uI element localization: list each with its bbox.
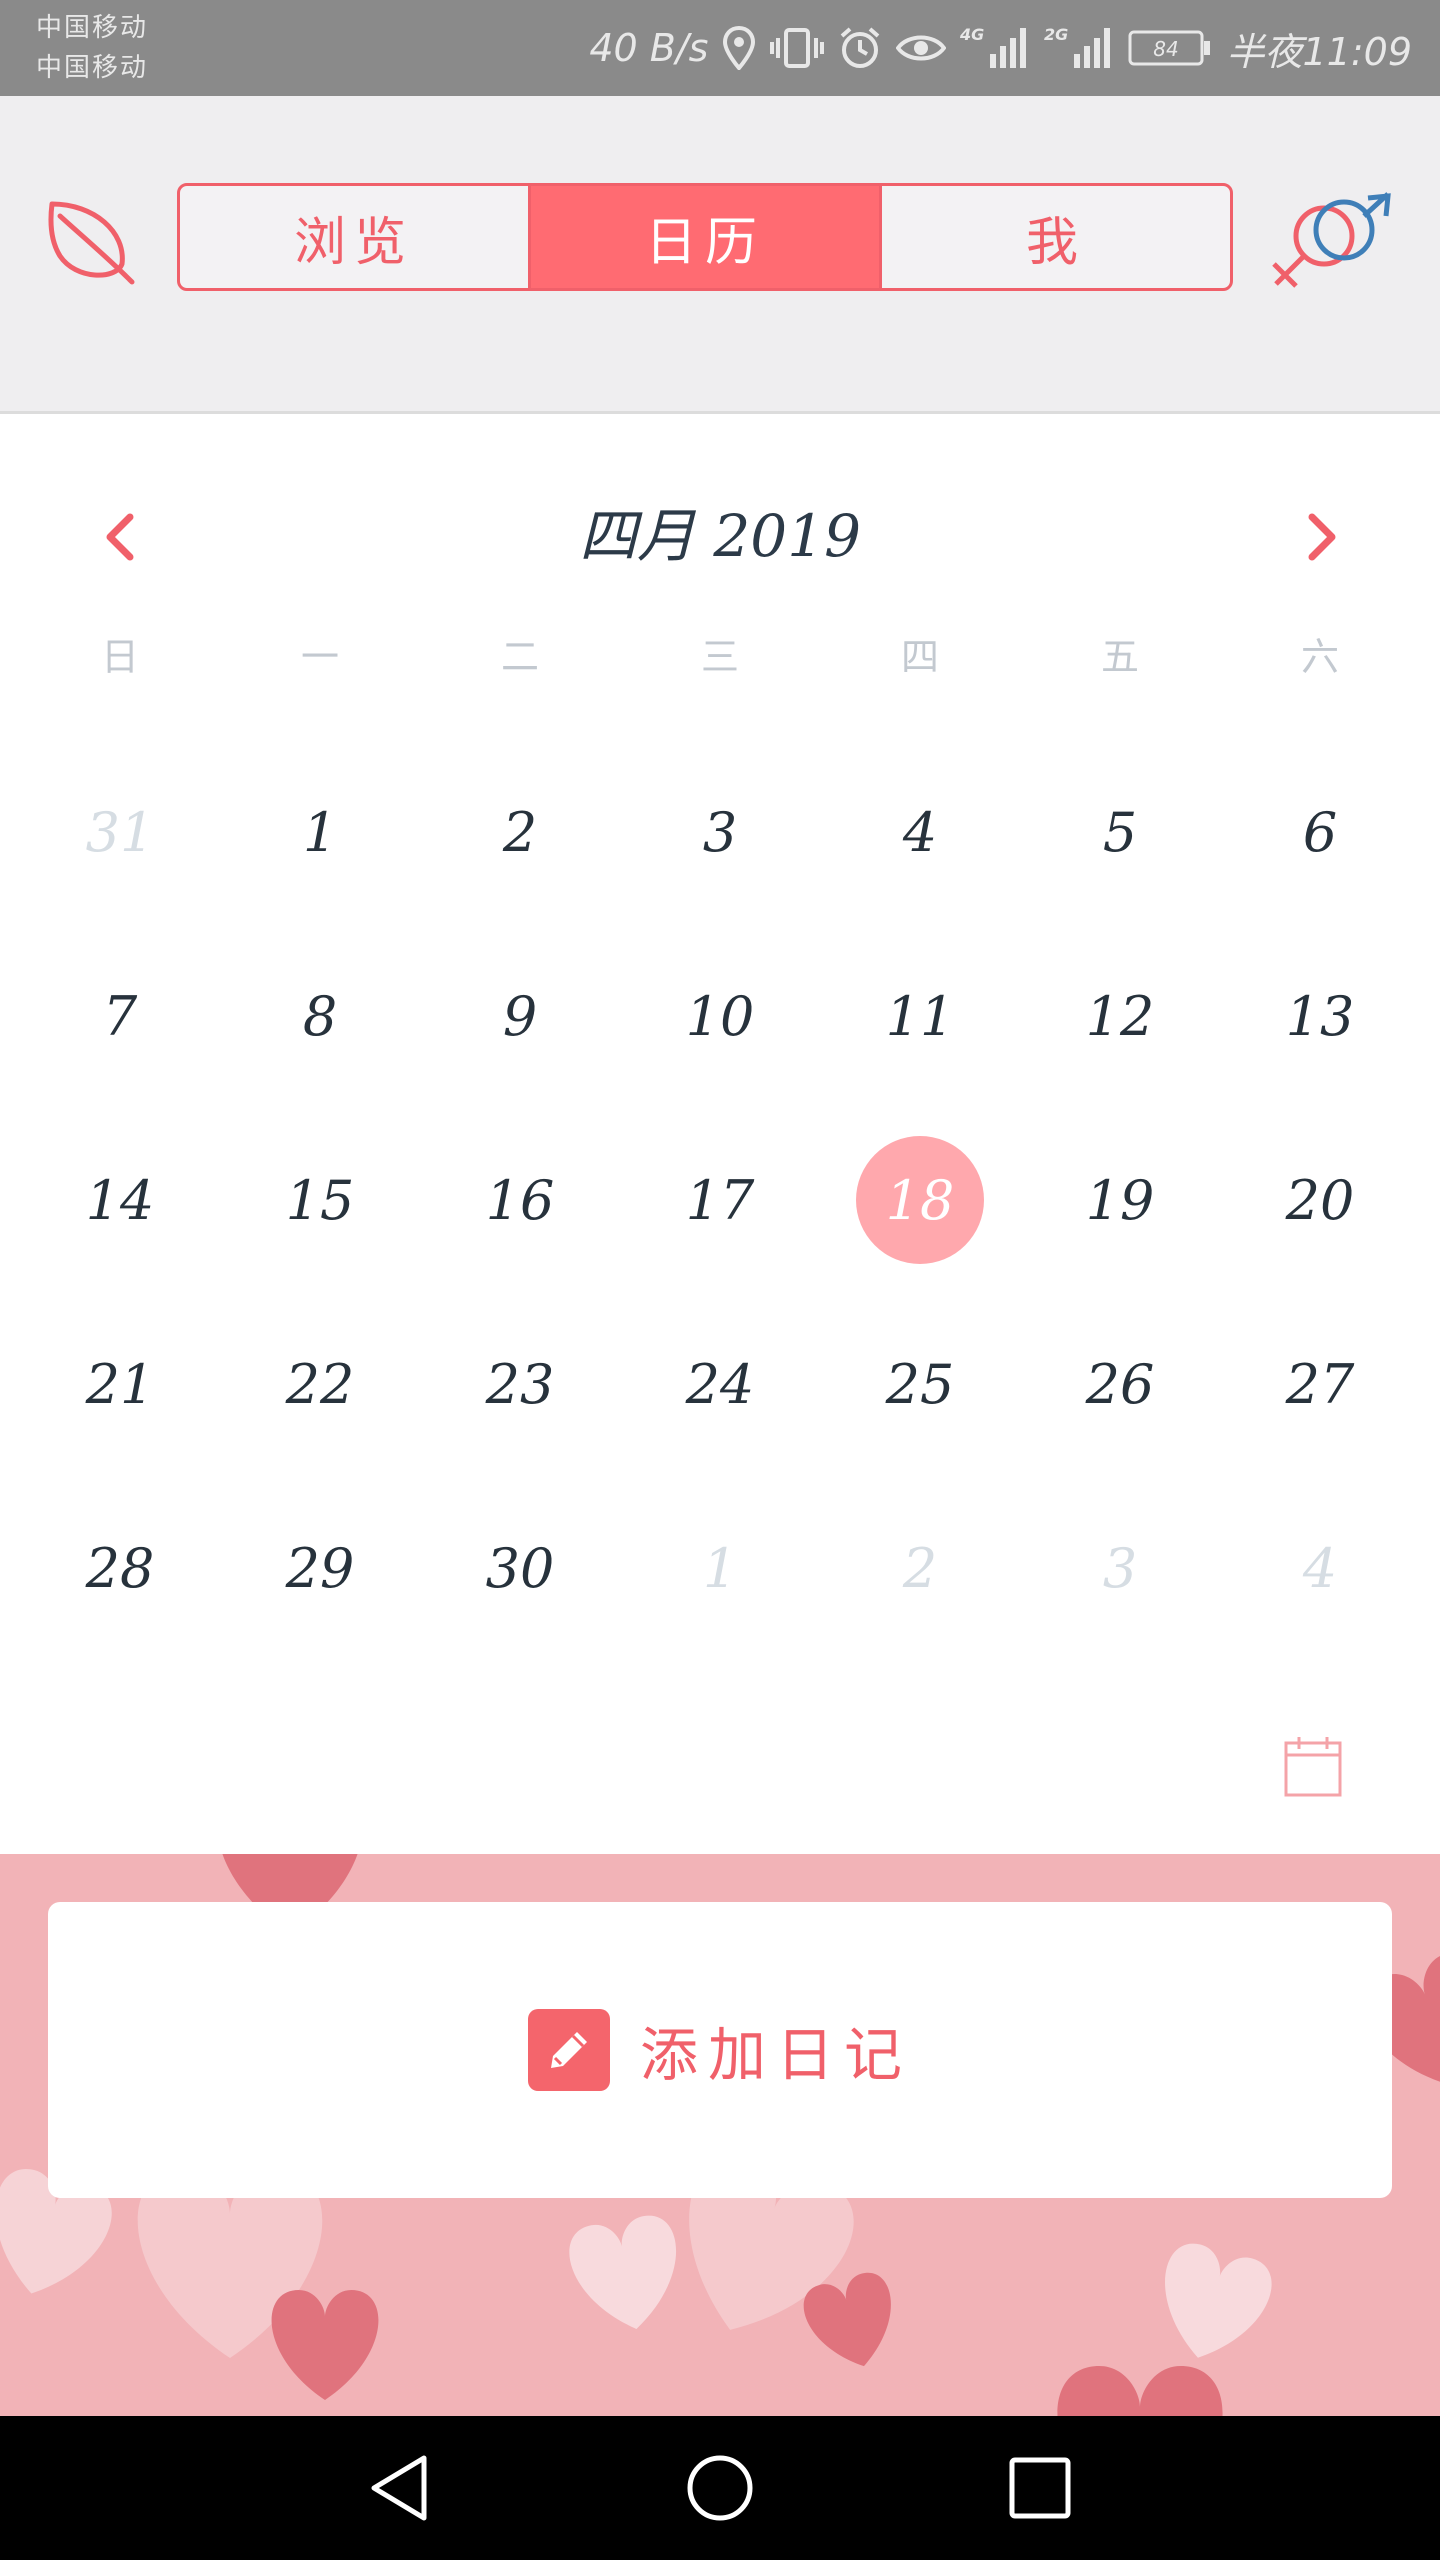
tab-browse[interactable]: 浏览 (180, 186, 528, 288)
day-cell[interactable]: 10 (650, 946, 790, 1086)
day-cell[interactable]: 27 (1250, 1314, 1390, 1454)
day-cell[interactable]: 2 (450, 762, 590, 902)
gender-icon[interactable] (1268, 190, 1392, 290)
leaf-icon[interactable] (46, 196, 136, 286)
back-icon[interactable] (364, 2452, 436, 2524)
weekday-label: 四 (900, 635, 939, 679)
system-nav-bar (0, 2416, 1440, 2560)
day-cell[interactable]: 30 (450, 1498, 590, 1638)
day-cell[interactable]: 29 (250, 1498, 390, 1638)
svg-text:2G: 2G (1044, 25, 1068, 44)
day-cell[interactable]: 6 (1250, 762, 1390, 902)
day-cell[interactable]: 31 (50, 762, 190, 902)
day-cell[interactable]: 1 (250, 762, 390, 902)
day-cell[interactable]: 22 (250, 1314, 390, 1454)
weekday-label: 二 (500, 635, 539, 679)
selected-day-cell[interactable]: 18 (856, 1136, 984, 1264)
day-cell[interactable]: 19 (1050, 1130, 1190, 1270)
status-indicators: 40 B/s 4G 2G 84 半夜11:09 (589, 0, 1412, 96)
day-cell[interactable]: 16 (450, 1130, 590, 1270)
carrier-1: 中国移动 (36, 13, 149, 43)
calendar-icon[interactable] (1283, 1735, 1343, 1799)
day-cell[interactable]: 2 (850, 1498, 990, 1638)
day-cell[interactable]: 3 (1050, 1498, 1190, 1638)
tab-calendar[interactable]: 日历 (528, 186, 879, 288)
day-cell[interactable]: 15 (250, 1130, 390, 1270)
location-icon (722, 26, 756, 70)
main-tab-switcher: 浏览 日历 我 (177, 183, 1233, 291)
day-cell[interactable]: 17 (650, 1130, 790, 1270)
day-cell[interactable]: 11 (850, 946, 990, 1086)
add-diary-label: 添加日记 (639, 2021, 912, 2089)
weekday-label: 六 (1300, 635, 1339, 679)
day-cell[interactable]: 24 (650, 1314, 790, 1454)
signal-2g-icon: 2G (1044, 24, 1114, 72)
day-cell[interactable]: 7 (50, 946, 190, 1086)
day-cell[interactable]: 26 (1050, 1314, 1190, 1454)
previous-month-button[interactable] (86, 497, 146, 577)
month-title: 四月 2019 (578, 502, 862, 570)
day-cell[interactable]: 25 (850, 1314, 990, 1454)
weekday-label: 日 (100, 635, 139, 679)
day-cell[interactable]: 3 (650, 762, 790, 902)
vibrate-icon (770, 26, 825, 70)
day-cell[interactable]: 21 (50, 1314, 190, 1454)
alarm-icon (838, 26, 882, 70)
weekday-header: 日一二三四五六 (0, 627, 1440, 687)
day-cell[interactable]: 4 (1250, 1498, 1390, 1638)
recent-apps-icon[interactable] (1004, 2452, 1076, 2524)
next-month-button[interactable] (1296, 497, 1356, 577)
pencil-icon (527, 2009, 610, 2091)
day-cell[interactable]: 14 (50, 1130, 190, 1270)
carrier-labels: 中国移动 中国移动 (36, 8, 148, 88)
day-cell[interactable]: 23 (450, 1314, 590, 1454)
carrier-2: 中国移动 (36, 53, 149, 83)
day-cell[interactable]: 4 (850, 762, 990, 902)
hearts-background: 添加日记 (0, 1854, 1440, 2416)
day-cell[interactable]: 20 (1250, 1130, 1390, 1270)
day-cell[interactable]: 13 (1250, 946, 1390, 1086)
weekday-label: 五 (1100, 635, 1139, 679)
weekday-label: 三 (700, 635, 739, 679)
battery-icon: 84 (1128, 28, 1212, 68)
clock-time: 半夜11:09 (1226, 29, 1412, 74)
svg-text:4G: 4G (960, 25, 984, 44)
app-header: 浏览 日历 我 (0, 96, 1440, 414)
weekday-label: 一 (300, 635, 339, 679)
day-cell[interactable]: 28 (50, 1498, 190, 1638)
day-cell[interactable]: 12 (1050, 946, 1190, 1086)
svg-text:84: 84 (1154, 37, 1179, 61)
day-cell[interactable]: 1 (650, 1498, 790, 1638)
network-speed: 40 B/s (589, 26, 709, 70)
add-diary-button[interactable]: 添加日记 (48, 1902, 1392, 2198)
home-icon[interactable] (684, 2452, 756, 2524)
day-cell[interactable]: 9 (450, 946, 590, 1086)
day-cell[interactable]: 5 (1050, 762, 1190, 902)
tab-me[interactable]: 我 (879, 186, 1230, 288)
eye-icon (896, 28, 947, 68)
signal-4g-icon: 4G (960, 24, 1030, 72)
day-cell[interactable]: 8 (250, 946, 390, 1086)
status-bar: 中国移动 中国移动 40 B/s 4G 2G 84 半夜11:09 (0, 0, 1440, 96)
calendar-panel: 四月 2019 日一二三四五六 31 1 2 3 4 5 6 7 8 9 10 11 12 13 14 15 1… (0, 417, 1440, 1854)
